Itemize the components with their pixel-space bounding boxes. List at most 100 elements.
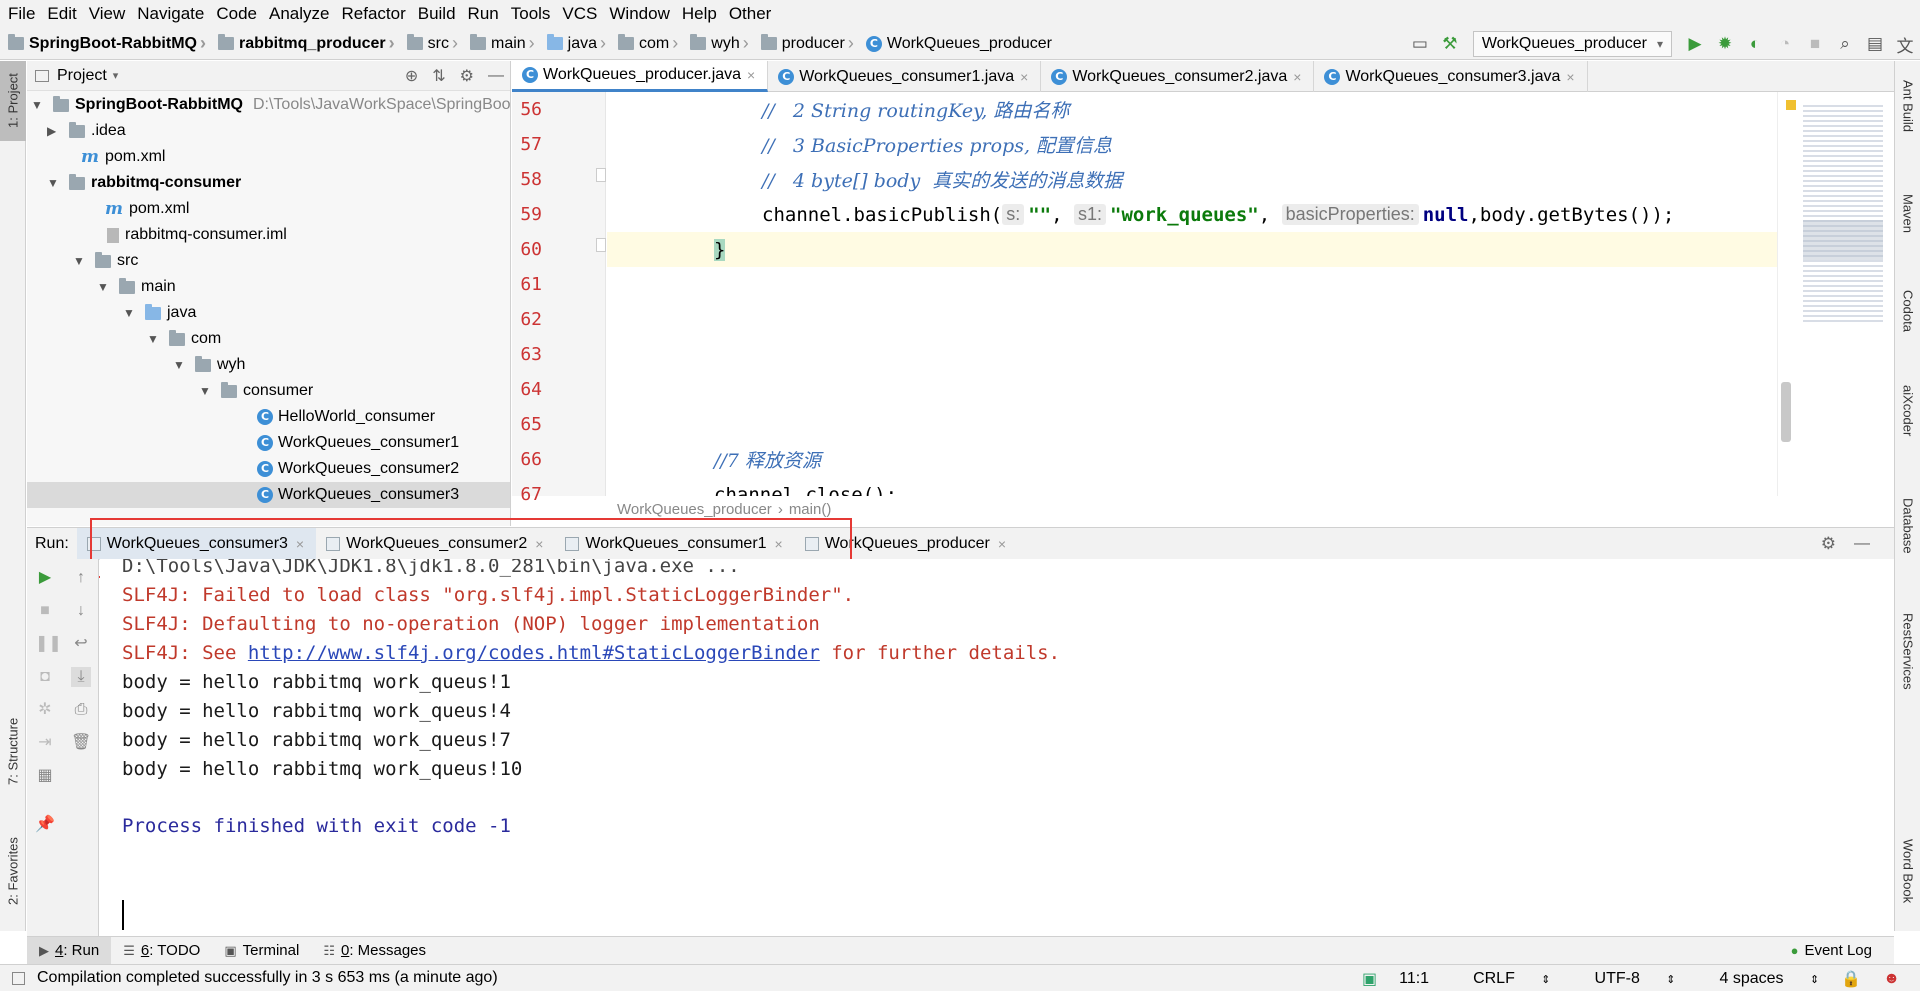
stop-icon[interactable]: ■ [35,601,55,621]
close-icon[interactable]: × [1020,69,1028,85]
print-icon[interactable]: ⎙ [71,700,91,720]
tree-item-consumer-pom[interactable]: m pom.xml [105,196,189,222]
run-config-select[interactable]: WorkQueues_producer ▾ [1472,31,1672,57]
project-structure-icon[interactable]: ▤ [1862,31,1888,57]
minimize-icon[interactable]: — [488,67,504,85]
menu-view[interactable]: View [85,4,134,24]
tree-item-main[interactable]: ▼ main [97,274,176,300]
tool-tab-database[interactable]: Database [1895,481,1920,571]
tool-tab-structure[interactable]: 7: Structure [0,701,26,801]
scroll-down-icon[interactable]: ↓ [71,601,91,621]
tab-workqueues-consumer1[interactable]: C WorkQueues_consumer1.java × [768,61,1042,92]
profile-icon[interactable]: ◔ [1772,31,1798,57]
crumb-producer[interactable]: producer › [753,28,858,60]
console-output[interactable]: D:\Tools\Java\JDK\JDK1.8\jdk1.8.0_281\bi… [100,559,1880,936]
tool-tab-maven[interactable]: Maven [1895,176,1920,251]
menu-analyze[interactable]: Analyze [265,4,337,24]
lock-icon[interactable]: 🔒 [1841,969,1861,989]
collapse-all-icon[interactable]: ⇅ [432,66,445,86]
tool-tab-restservices[interactable]: RestServices [1895,591,1920,711]
terminal-status-icon[interactable]: ▣ [1362,969,1377,989]
code-minimap[interactable] [1777,92,1894,496]
breadcrumb-method[interactable]: main() [789,501,832,518]
tree-item-workqueues-consumer3[interactable]: C WorkQueues_consumer3 [27,482,510,508]
tool-tab-favorites[interactable]: 2: Favorites [0,821,26,921]
menu-window[interactable]: Window [605,4,677,24]
tree-item-workqueues-consumer1[interactable]: C WorkQueues_consumer1 [257,430,459,456]
layout-icon[interactable]: ▭ [1407,31,1433,57]
tool-tab-project[interactable]: 1: Project [0,61,26,141]
tool-tab-run[interactable]: ▶ 4: Run [27,936,112,965]
menu-other[interactable]: Other [725,4,780,24]
tree-item-java[interactable]: ▼ java [123,300,196,326]
menu-refactor[interactable]: Refactor [337,4,413,24]
settings-icon[interactable]: ✲ [35,700,55,720]
file-encoding[interactable]: UTF-8 ⇕ [1573,970,1676,988]
layout-icon[interactable]: ▦ [35,766,55,786]
scroll-up-icon[interactable]: ↑ [71,568,91,588]
search-icon[interactable]: ⌕ [1832,31,1858,57]
crumb-wyh[interactable]: wyh › [682,28,752,60]
camera-icon[interactable]: ◘ [35,667,55,687]
gear-icon[interactable]: ⚙ [1821,534,1836,554]
tool-tab-ant-build[interactable]: Ant Build [1895,61,1920,151]
rerun-icon[interactable]: ▶ [35,568,55,588]
tool-tab-todo[interactable]: ☰ 6: TODO [111,937,212,965]
tool-tab-messages[interactable]: ☷ 0: Messages [311,937,438,965]
menu-file[interactable]: File [4,4,43,24]
status-toggle-icon[interactable] [12,971,25,985]
exit-icon[interactable]: ⇥ [35,733,55,753]
tree-item-src[interactable]: ▼ src [73,248,138,274]
breadcrumb-class[interactable]: WorkQueues_producer [617,501,772,518]
debug-icon[interactable]: ✹ [1712,31,1738,57]
tree-item-pom[interactable]: m pom.xml [81,144,165,170]
menu-navigate[interactable]: Navigate [133,4,212,24]
stop-icon[interactable]: ■ [1802,31,1828,57]
crumb-com[interactable]: com › [610,28,682,60]
tool-tab-word-book[interactable]: Word Book [1895,821,1920,921]
soft-wrap-icon[interactable]: ↩ [71,634,91,654]
tool-tab-aixcoder[interactable]: aiXcoder [1895,366,1920,456]
scrollbar-thumb[interactable] [1781,382,1791,442]
code-editor[interactable]: // 2 String routingKey, 路由名称 // 3 BasicP… [607,92,1777,496]
tree-item-com[interactable]: ▼ com [147,326,221,352]
fold-marker-icon[interactable] [596,238,606,252]
project-view-select[interactable]: Project [57,67,107,85]
crumb-src[interactable]: src › [399,28,462,60]
tab-workqueues-consumer3[interactable]: C WorkQueues_consumer3.java × [1314,61,1588,92]
tab-workqueues-consumer2[interactable]: C WorkQueues_consumer2.java × [1041,61,1315,92]
tree-item-consumer[interactable]: ▼ consumer [199,378,313,404]
line-separator[interactable]: CRLF ⇕ [1451,970,1550,988]
tree-item-idea[interactable]: ▶ .idea [47,118,126,144]
tree-item-workqueues-consumer2[interactable]: C WorkQueues_consumer2 [257,456,459,482]
crumb-class[interactable]: C WorkQueues_producer [858,28,1056,60]
close-icon[interactable]: × [998,536,1006,552]
build-hammer-icon[interactable]: ⚒ [1437,31,1463,57]
minimize-icon[interactable]: — [1854,535,1870,553]
fold-marker-icon[interactable] [596,168,606,182]
trash-icon[interactable]: 🗑 [71,733,91,753]
menu-tools[interactable]: Tools [507,4,559,24]
console-link[interactable]: http://www.slf4j.org/codes.html#StaticLo… [248,642,820,664]
pin-icon[interactable]: 📌 [35,815,55,835]
menu-edit[interactable]: Edit [43,4,84,24]
gear-icon[interactable]: ⚙ [460,66,474,86]
menu-code[interactable]: Code [212,4,265,24]
translate-icon[interactable]: 文 [1892,31,1918,57]
chevron-down-icon[interactable]: ▾ [113,69,119,82]
scroll-to-end-icon[interactable]: ⤓ [71,667,91,687]
crumb-module[interactable]: rabbitmq_producer › [210,28,399,60]
status-message[interactable]: Compilation completed successfully in 3 … [37,969,498,987]
tree-item-rabbitmq-consumer[interactable]: ▼ rabbitmq-consumer [47,170,241,196]
menu-run[interactable]: Run [464,4,507,24]
tab-workqueues-producer[interactable]: C WorkQueues_producer.java × [512,61,769,92]
menu-build[interactable]: Build [414,4,464,24]
tree-item-root[interactable]: ▼ SpringBoot-RabbitMQ D:\Tools\JavaWorkSpa… [31,92,510,118]
pause-icon[interactable]: ❚❚ [35,634,62,654]
tool-tab-terminal[interactable]: ▣ Terminal [212,937,311,965]
crumb-main[interactable]: main › [462,28,539,60]
crumb-project[interactable]: SpringBoot-RabbitMQ › [0,28,210,60]
caret-position[interactable]: 11:1 [1399,970,1429,988]
tool-tab-event-log[interactable]: ● Event Log [1779,937,1884,965]
run-icon[interactable]: ▶ [1682,31,1708,57]
